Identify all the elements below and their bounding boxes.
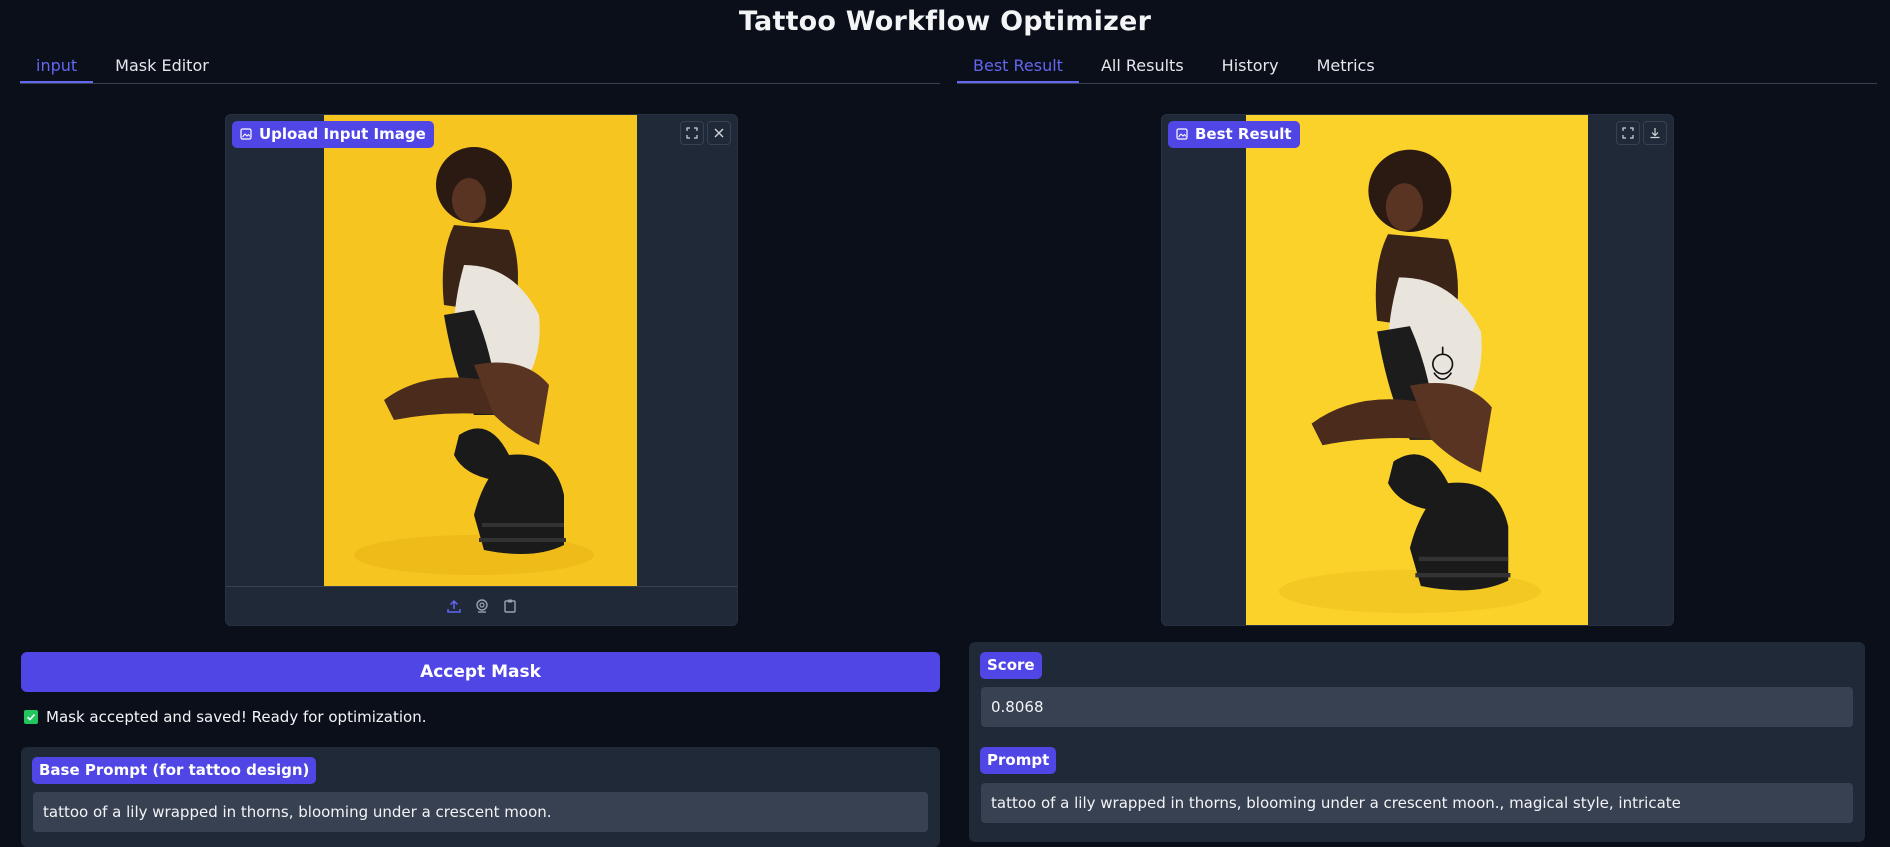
close-icon[interactable] (707, 121, 731, 145)
tab-all-results[interactable]: All Results (1085, 52, 1200, 83)
left-tabbar: input Mask Editor (20, 52, 940, 84)
base-prompt-block: Base Prompt (for tattoo design) tattoo o… (21, 747, 940, 847)
prompt-label: Prompt (980, 747, 1057, 774)
input-image-panel[interactable]: Upload Input Image (225, 114, 738, 626)
tab-metrics[interactable]: Metrics (1301, 52, 1391, 83)
prompt-field[interactable]: tattoo of a lily wrapped in thorns, bloo… (981, 783, 1853, 823)
best-result-panel: Best Result (1161, 114, 1674, 626)
score-field[interactable]: 0.8068 (981, 687, 1853, 727)
result-info-block: Score 0.8068 Prompt tattoo of a lily wra… (969, 642, 1865, 842)
best-result-label-text: Best Result (1195, 125, 1292, 143)
upload-icon[interactable] (445, 597, 463, 615)
download-icon[interactable] (1643, 121, 1667, 145)
tab-input[interactable]: input (20, 52, 94, 83)
status-message: Mask accepted and saved! Ready for optim… (24, 708, 426, 726)
accept-mask-button[interactable]: Accept Mask (21, 652, 940, 692)
clipboard-icon[interactable] (501, 597, 519, 615)
result-photo (1246, 115, 1588, 625)
tab-history[interactable]: History (1206, 52, 1295, 83)
webcam-icon[interactable] (473, 597, 491, 615)
fullscreen-icon[interactable] (1616, 121, 1640, 145)
best-result-label: Best Result (1168, 121, 1300, 148)
right-tabbar: Best Result All Results History Metrics (957, 52, 1877, 84)
score-label: Score (980, 652, 1042, 679)
input-photo (324, 115, 637, 586)
input-image-label-text: Upload Input Image (259, 125, 426, 143)
status-text: Mask accepted and saved! Ready for optim… (46, 708, 427, 726)
base-prompt-input[interactable]: tattoo of a lily wrapped in thorns, bloo… (33, 792, 928, 832)
tab-best-result[interactable]: Best Result (957, 52, 1079, 83)
input-footer (226, 586, 737, 625)
image-icon (1176, 128, 1188, 140)
checkmark-icon (24, 710, 38, 724)
base-prompt-label: Base Prompt (for tattoo design) (32, 757, 317, 784)
app-title: Tattoo Workflow Optimizer (738, 6, 1152, 37)
input-image-label: Upload Input Image (232, 121, 434, 148)
fullscreen-icon[interactable] (680, 121, 704, 145)
image-icon (240, 128, 252, 140)
tab-mask-editor[interactable]: Mask Editor (99, 52, 225, 83)
